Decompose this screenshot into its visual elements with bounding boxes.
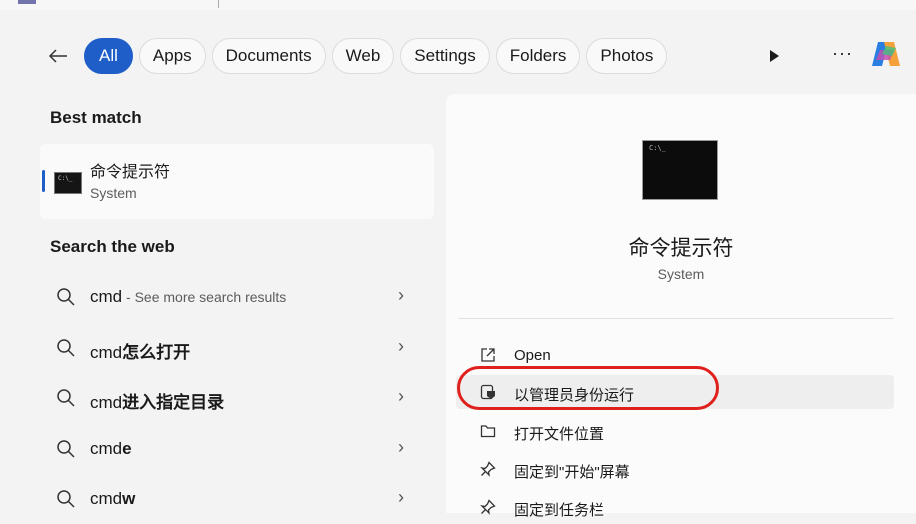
web-result-row[interactable]: cmd怎么打开 › bbox=[40, 326, 434, 370]
back-button[interactable] bbox=[44, 42, 72, 70]
web-result-text: cmdw bbox=[90, 489, 136, 508]
best-match-title: 命令提示符 bbox=[90, 164, 171, 181]
action-label: Open bbox=[514, 347, 551, 364]
more-filters-arrow-icon[interactable] bbox=[770, 50, 779, 62]
command-prompt-icon: C:\_ bbox=[54, 172, 82, 194]
web-result-text: cmd怎么打开 bbox=[90, 343, 191, 362]
filter-all[interactable]: All bbox=[84, 38, 133, 74]
copilot-icon[interactable] bbox=[868, 36, 904, 72]
filter-settings[interactable]: Settings bbox=[400, 38, 490, 74]
selection-indicator bbox=[42, 170, 45, 192]
action-pin-to-start[interactable]: 固定到"开始"屏幕 bbox=[456, 452, 894, 486]
search-icon bbox=[57, 339, 75, 357]
top-accent bbox=[18, 0, 36, 4]
divider bbox=[458, 318, 894, 319]
preview-subtitle: System bbox=[657, 266, 705, 282]
web-result-text: cmd - See more search results bbox=[90, 287, 287, 306]
filter-photos[interactable]: Photos bbox=[586, 38, 668, 74]
chevron-right-icon: › bbox=[398, 487, 404, 507]
action-pin-to-taskbar[interactable]: 固定到任务栏 bbox=[456, 490, 894, 524]
top-divider bbox=[218, 0, 219, 8]
best-match-item[interactable]: C:\_ 命令提示符 System bbox=[40, 144, 434, 219]
filter-web[interactable]: Web bbox=[331, 38, 395, 74]
open-external-icon bbox=[481, 348, 495, 362]
window-top-edge bbox=[0, 0, 916, 10]
filter-bar: All Apps Documents Web Settings Folders … bbox=[44, 36, 673, 76]
search-icon bbox=[57, 288, 75, 306]
search-web-heading: Search the web bbox=[50, 237, 175, 256]
search-icon bbox=[57, 389, 75, 407]
action-label: 固定到任务栏 bbox=[514, 502, 605, 519]
action-label: 打开文件位置 bbox=[514, 426, 605, 443]
action-open-file-location[interactable]: 打开文件位置 bbox=[456, 414, 894, 448]
folder-icon bbox=[480, 425, 496, 438]
preview-title: 命令提示符 bbox=[628, 237, 734, 260]
chevron-right-icon: › bbox=[398, 285, 404, 305]
red-highlight-annotation bbox=[457, 366, 719, 410]
search-icon bbox=[57, 440, 75, 458]
filter-apps[interactable]: Apps bbox=[138, 38, 206, 74]
chevron-right-icon: › bbox=[398, 386, 404, 406]
web-result-row[interactable]: cmdw › bbox=[40, 477, 434, 521]
web-result-row[interactable]: cmd进入指定目录 › bbox=[40, 376, 434, 420]
web-result-row[interactable]: cmd - See more search results › bbox=[40, 275, 434, 319]
web-result-text: cmde bbox=[90, 439, 132, 458]
filter-folders[interactable]: Folders bbox=[495, 38, 581, 74]
best-match-subtitle: System bbox=[90, 185, 137, 201]
pin-icon bbox=[480, 461, 496, 477]
search-icon bbox=[57, 490, 75, 508]
filter-documents[interactable]: Documents bbox=[211, 38, 326, 74]
chevron-right-icon: › bbox=[398, 336, 404, 356]
web-result-row[interactable]: cmde › bbox=[40, 427, 434, 471]
back-arrow-icon bbox=[48, 49, 67, 63]
preview-pane: C:\_ 命令提示符 System Open 以管理员身份运行 打开文件位置 固… bbox=[446, 94, 916, 519]
command-prompt-large-icon: C:\_ bbox=[642, 140, 718, 200]
web-result-text: cmd进入指定目录 bbox=[90, 393, 225, 412]
chevron-right-icon: › bbox=[398, 437, 404, 457]
more-options-icon[interactable]: ··· bbox=[832, 43, 853, 64]
action-label: 固定到"开始"屏幕 bbox=[514, 464, 630, 481]
best-match-heading: Best match bbox=[50, 108, 142, 127]
